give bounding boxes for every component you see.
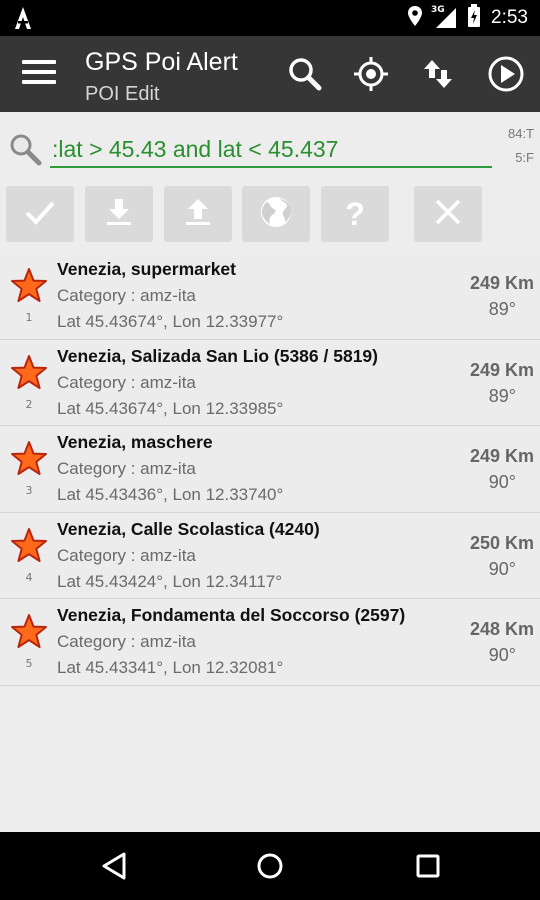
poi-coordinates: Lat 45.43424°, Lon 12.34117°: [57, 571, 283, 591]
poi-bearing: 89°: [488, 385, 516, 406]
search-icon: [8, 132, 42, 166]
download-icon: [101, 194, 137, 234]
poi-index: 5: [25, 657, 33, 670]
home-icon[interactable]: [250, 846, 290, 886]
menu-button[interactable]: [22, 60, 56, 88]
search-area: 84:T 5:F: [0, 112, 540, 178]
app-notification-icon: [14, 6, 32, 34]
poi-bearing: 89°: [488, 299, 516, 319]
poi-bearing: 90°: [488, 558, 516, 579]
help-icon: ?: [345, 195, 365, 232]
poi-category: Category : amz-ita: [57, 545, 196, 565]
poi-name: Venezia, Calle Scolastica (4240): [57, 518, 320, 539]
list-item[interactable]: 4 Venezia, Calle Scolastica (4240) Categ…: [0, 512, 540, 599]
upload-icon: [180, 194, 216, 234]
poi-category: Category : amz-ita: [57, 459, 196, 478]
globe-button[interactable]: [242, 186, 310, 242]
list-item[interactable]: 3 Venezia, maschere Category : amz-ita L…: [0, 426, 540, 513]
poi-index: 2: [25, 397, 33, 411]
app-title: GPS Poi Alert: [85, 48, 238, 76]
signal-icon: 3G: [431, 5, 457, 29]
poi-bearing: 90°: [488, 472, 516, 492]
star-icon[interactable]: [10, 440, 48, 478]
poi-list: 1 Venezia, supermarket Category : amz-it…: [0, 253, 540, 686]
poi-coordinates: Lat 45.43341°, Lon 12.32081°: [57, 658, 284, 677]
recents-icon[interactable]: [408, 846, 448, 886]
app-subtitle: POI Edit: [85, 83, 160, 105]
cancel-button[interactable]: [414, 186, 482, 242]
list-item[interactable]: 1 Venezia, supermarket Category : amz-it…: [0, 253, 540, 340]
status-time: 2:53: [491, 7, 528, 28]
toolbar: ?: [0, 186, 540, 244]
list-item[interactable]: 2 Venezia, Salizada San Lio (5386 / 5819…: [0, 339, 540, 426]
poi-distance: 249 Km: [469, 273, 534, 293]
poi-bearing: 90°: [488, 645, 516, 665]
star-icon[interactable]: [10, 354, 48, 392]
search-counter-total: 84:T: [507, 126, 534, 141]
my-location-icon[interactable]: [351, 54, 391, 94]
poi-coordinates: Lat 45.43674°, Lon 12.33977°: [57, 312, 284, 331]
location-icon: [407, 5, 423, 31]
poi-name: Venezia, Fondamenta del Soccorso (2597): [57, 605, 406, 625]
star-icon[interactable]: [10, 267, 48, 305]
check-icon: [22, 194, 58, 234]
poi-category: Category : amz-ita: [57, 286, 196, 305]
poi-coordinates: Lat 45.43436°, Lon 12.33740°: [57, 485, 284, 504]
poi-name: Venezia, Salizada San Lio (5386 / 5819): [57, 345, 378, 366]
poi-name: Venezia, maschere: [57, 432, 213, 452]
search-icon[interactable]: [285, 54, 325, 94]
confirm-button[interactable]: [6, 186, 74, 242]
export-button[interactable]: [164, 186, 232, 242]
poi-category: Category : amz-ita: [57, 372, 196, 392]
poi-index: 1: [25, 311, 33, 324]
star-icon[interactable]: [10, 613, 48, 651]
search-input[interactable]: [50, 132, 492, 168]
network-type-label: 3G: [431, 5, 445, 15]
star-icon[interactable]: [10, 527, 48, 565]
poi-index: 4: [25, 570, 33, 584]
poi-distance: 248 Km: [469, 619, 534, 639]
globe-icon: [257, 193, 295, 235]
list-item[interactable]: 5 Venezia, Fondamenta del Soccorso (2597…: [0, 599, 540, 686]
back-icon[interactable]: [94, 846, 134, 886]
poi-name: Venezia, supermarket: [57, 259, 236, 279]
app-bar: GPS Poi Alert POI Edit: [0, 36, 540, 112]
help-button[interactable]: ?: [321, 186, 389, 242]
status-bar: 3G 2:53: [0, 0, 540, 36]
navigation-bar: [0, 832, 540, 900]
poi-category: Category : amz-ita: [57, 632, 196, 651]
import-button[interactable]: [85, 186, 153, 242]
poi-distance: 249 Km: [469, 446, 534, 466]
search-counter-filtered: 5:F: [515, 150, 534, 165]
sort-icon[interactable]: [418, 54, 458, 94]
poi-index: 3: [25, 484, 33, 497]
play-icon[interactable]: [486, 54, 526, 94]
poi-distance: 250 Km: [469, 532, 534, 553]
battery-icon: [467, 4, 481, 32]
poi-coordinates: Lat 45.43674°, Lon 12.33985°: [57, 398, 284, 418]
close-icon: [432, 196, 464, 232]
poi-distance: 249 Km: [469, 359, 534, 380]
